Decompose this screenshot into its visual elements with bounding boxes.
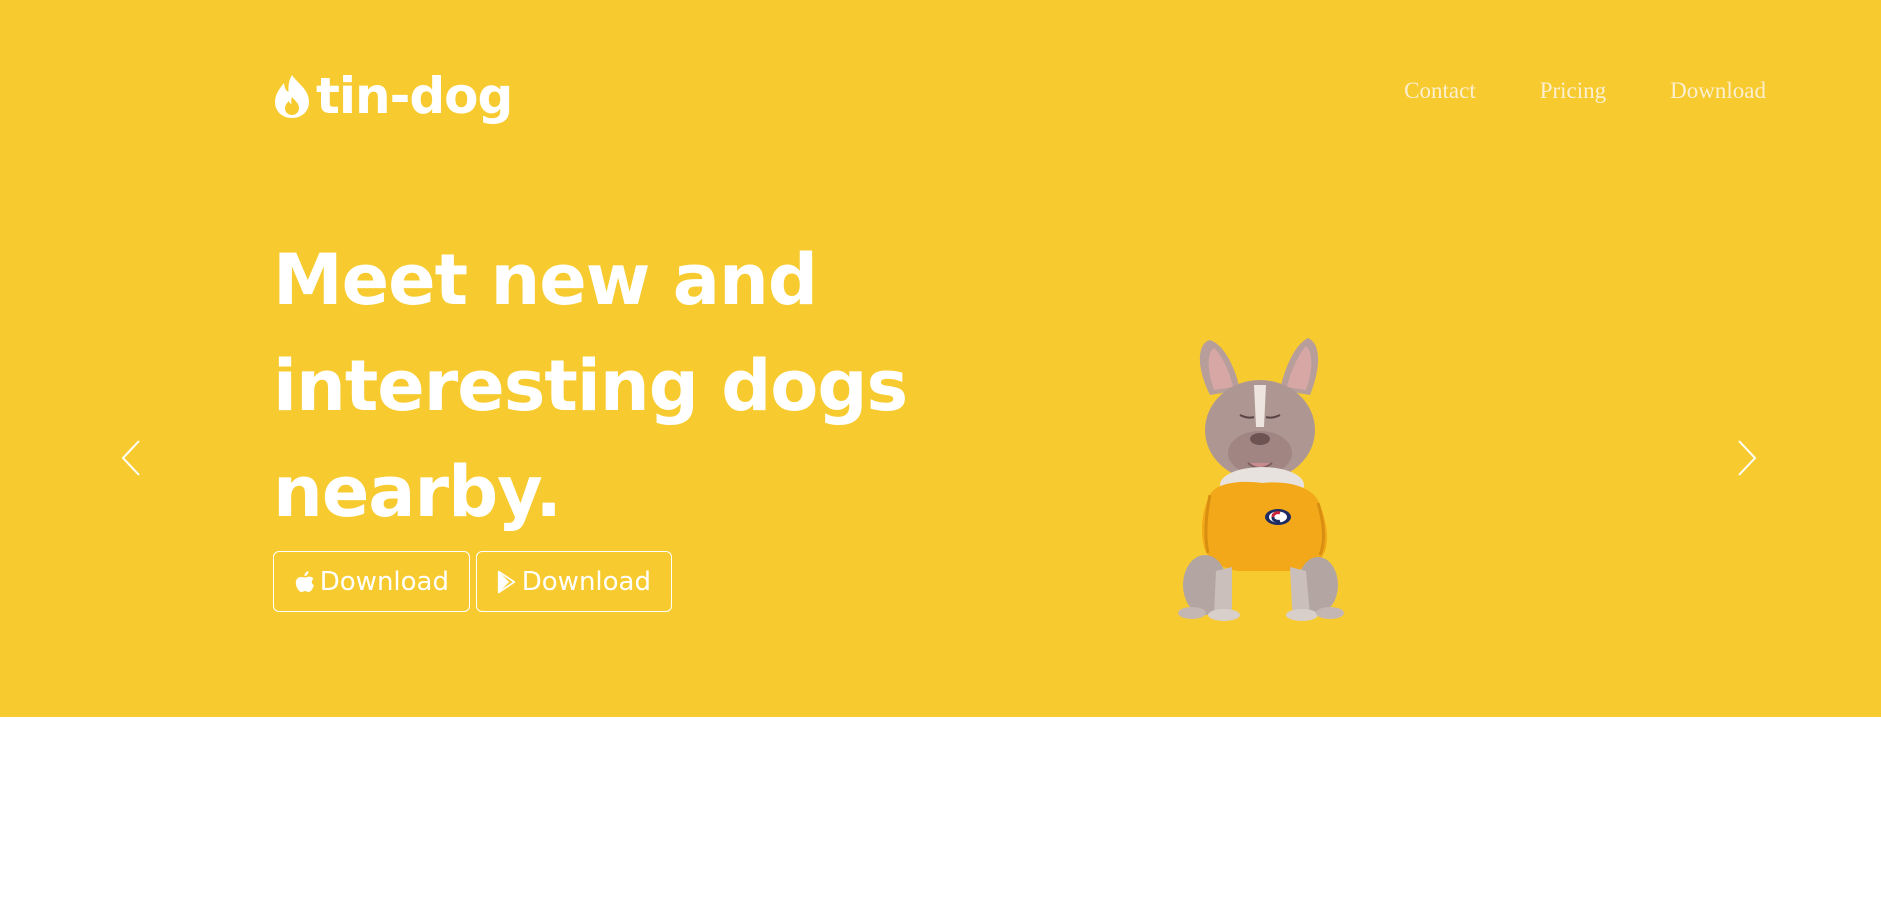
apple-download-button[interactable]: Download [273,551,470,612]
brand-logo[interactable]: tin-dog [273,66,513,126]
chevron-right-icon[interactable] [1731,435,1761,481]
nav-link-contact[interactable]: Contact [1404,78,1476,104]
main-nav: Contact Pricing Download [1340,78,1766,104]
flame-icon [275,75,309,118]
apple-download-label: Download [319,566,449,597]
brand-name: tin-dog [316,67,513,125]
chevron-left-icon[interactable] [117,435,147,481]
nav-link-pricing[interactable]: Pricing [1540,78,1606,104]
hero-section: tin-dog Contact Pricing Download Meet ne… [0,0,1881,717]
nav-link-download[interactable]: Download [1670,78,1766,104]
download-buttons: Download Download [273,551,672,612]
google-play-download-button[interactable]: Download [476,551,672,612]
google-play-icon [497,570,516,593]
google-play-download-label: Download [521,566,651,597]
apple-icon [295,570,314,592]
french-bulldog-image [1178,338,1344,621]
hero-headline: Meet new and interesting dogs nearby. [273,239,908,533]
